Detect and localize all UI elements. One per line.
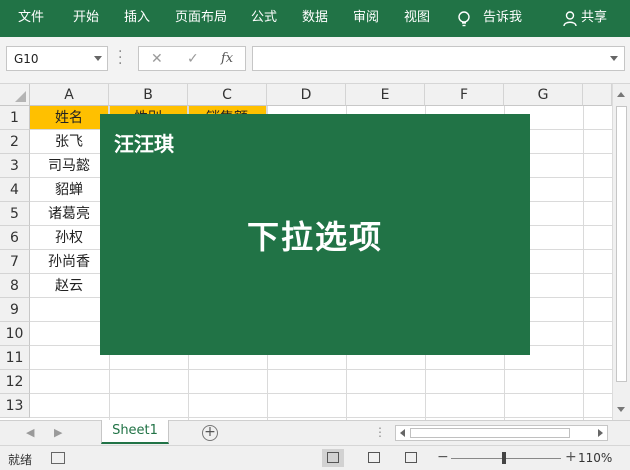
row-header[interactable]: 2 bbox=[0, 130, 30, 154]
name-box-value: G10 bbox=[14, 52, 39, 66]
formula-bar-area: G10 · · · ✕ ✓ fx bbox=[0, 37, 630, 84]
scroll-left-icon[interactable] bbox=[400, 429, 405, 437]
split-handle-icon[interactable]: ⋮ bbox=[374, 425, 386, 439]
zoom-level[interactable]: 110% bbox=[578, 451, 612, 465]
row-header[interactable]: 4 bbox=[0, 178, 30, 202]
row-header[interactable]: 6 bbox=[0, 226, 30, 250]
zoom-slider-track[interactable] bbox=[451, 458, 561, 459]
row-header[interactable]: 13 bbox=[0, 394, 30, 418]
formula-buttons: ✕ ✓ fx bbox=[138, 46, 246, 71]
page-layout-view-button[interactable] bbox=[363, 449, 385, 467]
brand-label: 汪汪琪 bbox=[114, 132, 174, 156]
scroll-down-icon[interactable] bbox=[617, 407, 625, 412]
tab-view[interactable]: 视图 bbox=[404, 10, 430, 26]
column-header-d[interactable]: D bbox=[267, 84, 346, 106]
tab-formulas[interactable]: 公式 bbox=[251, 10, 277, 26]
share-button[interactable]: 共享 bbox=[581, 10, 607, 26]
select-all-triangle-icon bbox=[15, 91, 26, 102]
scroll-right-icon[interactable] bbox=[598, 429, 603, 437]
horizontal-scrollbar[interactable] bbox=[395, 425, 608, 441]
macro-record-icon[interactable] bbox=[51, 452, 65, 464]
tab-page-layout[interactable]: 页面布局 bbox=[175, 10, 227, 26]
next-sheet-icon[interactable]: ▶ bbox=[54, 426, 62, 439]
zoom-in-icon[interactable]: + bbox=[565, 449, 577, 465]
cover-overlay: 汪汪琪 下拉选项 bbox=[100, 114, 530, 355]
row-header[interactable]: 1 bbox=[0, 106, 30, 130]
page-break-view-button[interactable] bbox=[400, 449, 422, 467]
add-sheet-icon[interactable]: + bbox=[202, 425, 218, 441]
status-ready: 就绪 bbox=[8, 453, 33, 467]
row-header[interactable]: 10 bbox=[0, 322, 30, 346]
tab-file[interactable]: 文件 bbox=[18, 10, 44, 26]
row-header[interactable]: 3 bbox=[0, 154, 30, 178]
cancel-icon[interactable]: ✕ bbox=[151, 51, 163, 67]
overlay-title: 下拉选项 bbox=[246, 218, 383, 256]
prev-sheet-icon[interactable]: ◀ bbox=[26, 426, 34, 439]
tell-me-search[interactable]: 告诉我 bbox=[483, 10, 522, 26]
vertical-scroll-thumb[interactable] bbox=[616, 106, 627, 382]
tab-insert[interactable]: 插入 bbox=[124, 10, 150, 26]
column-header-e[interactable]: E bbox=[346, 84, 425, 106]
tab-review[interactable]: 审阅 bbox=[353, 10, 379, 26]
sheet-tab-active[interactable]: Sheet1 bbox=[101, 420, 169, 444]
row-header[interactable]: 12 bbox=[0, 370, 30, 394]
tab-home[interactable]: 开始 bbox=[73, 10, 99, 26]
column-header-a[interactable]: A bbox=[30, 84, 109, 106]
column-header-partial[interactable] bbox=[583, 84, 612, 106]
row-header[interactable]: 9 bbox=[0, 298, 30, 322]
horizontal-scroll-thumb[interactable] bbox=[410, 428, 570, 438]
zoom-slider-knob[interactable] bbox=[502, 452, 506, 464]
zoom-out-icon[interactable]: − bbox=[437, 449, 449, 465]
column-header-f[interactable]: F bbox=[425, 84, 504, 106]
page-break-view-icon bbox=[405, 452, 417, 463]
chevron-down-icon[interactable] bbox=[94, 56, 102, 61]
formula-input[interactable] bbox=[252, 46, 625, 71]
row-header[interactable]: 7 bbox=[0, 250, 30, 274]
column-header-g[interactable]: G bbox=[504, 84, 583, 106]
status-bar: 就绪 − + 110% bbox=[0, 445, 630, 470]
insert-function-button[interactable]: fx bbox=[221, 51, 233, 66]
lightbulb-icon[interactable] bbox=[456, 10, 472, 28]
scroll-up-icon[interactable] bbox=[617, 92, 625, 97]
sheet-tabs-bar: ◀ ▶ Sheet1 + ⋮ bbox=[0, 420, 630, 445]
person-icon[interactable] bbox=[562, 10, 578, 28]
tab-data[interactable]: 数据 bbox=[302, 10, 328, 26]
select-all-button[interactable] bbox=[0, 84, 30, 106]
normal-view-icon bbox=[327, 452, 339, 463]
column-header-b[interactable]: B bbox=[109, 84, 188, 106]
normal-view-button[interactable] bbox=[322, 449, 344, 467]
column-header-c[interactable]: C bbox=[188, 84, 267, 106]
row-header[interactable]: 11 bbox=[0, 346, 30, 370]
ribbon: 文件 开始 插入 页面布局 公式 数据 审阅 视图 告诉我 共享 bbox=[0, 0, 630, 37]
name-box[interactable]: G10 bbox=[6, 46, 108, 71]
row-header[interactable]: 8 bbox=[0, 274, 30, 298]
grip-dots-icon: · · · bbox=[118, 44, 123, 72]
page-layout-view-icon bbox=[368, 452, 380, 463]
expand-formula-bar-icon[interactable] bbox=[610, 56, 618, 61]
row-header[interactable]: 5 bbox=[0, 202, 30, 226]
vertical-scrollbar[interactable] bbox=[612, 84, 630, 420]
enter-icon[interactable]: ✓ bbox=[187, 51, 199, 67]
